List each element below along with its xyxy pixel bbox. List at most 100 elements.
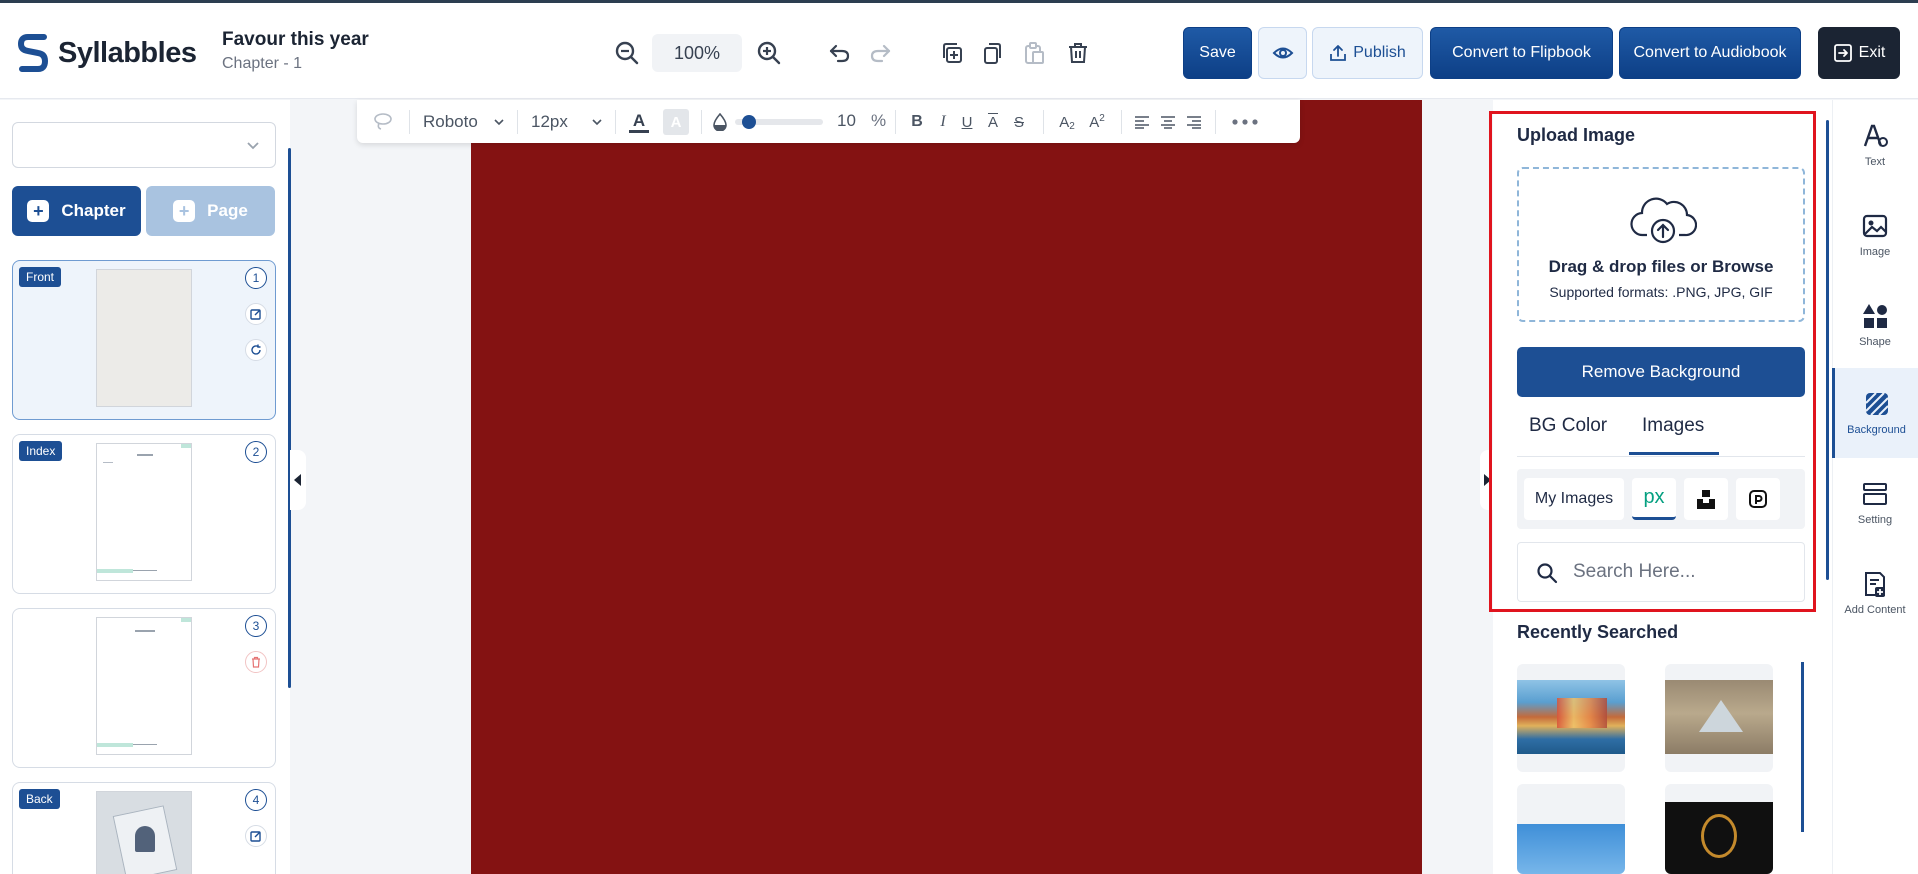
paste-icon[interactable] <box>1020 39 1048 67</box>
save-button-label: Save <box>1199 44 1236 61</box>
image-icon <box>1862 214 1888 238</box>
caret-left-icon <box>294 474 301 486</box>
page-thumbnail-chapter[interactable]: 3 <box>12 608 276 768</box>
page-number: 3 <box>245 615 267 637</box>
rail-item-image[interactable]: Image <box>1832 190 1918 280</box>
overline-button[interactable]: A <box>983 110 1003 134</box>
subscript-button[interactable]: A2 <box>1055 110 1079 134</box>
opacity-slider[interactable] <box>735 115 823 129</box>
rail-label-shape: Shape <box>1859 336 1891 348</box>
add-chapter-button[interactable]: + Chapter <box>12 186 141 236</box>
text-color-icon: A <box>632 110 646 130</box>
zoom-level: 100% <box>652 34 742 72</box>
pexels-source-tab[interactable]: px <box>1632 478 1676 520</box>
align-right-icon[interactable] <box>1185 112 1203 132</box>
divider <box>895 110 896 134</box>
collapse-left-panel-button[interactable] <box>290 450 306 510</box>
text-format-toolbar: Roboto 12px A A 10 % B I U A S A2 A2 <box>357 100 1300 143</box>
pixabay-source-tab[interactable] <box>1736 478 1780 520</box>
image-dropzone[interactable]: Drag & drop files or Browse Supported fo… <box>1517 167 1805 322</box>
recent-image-coastal-village[interactable] <box>1517 664 1625 772</box>
opacity-slider-handle[interactable] <box>742 115 756 129</box>
recent-scrollbar[interactable] <box>1801 662 1804 832</box>
page-thumbnail-front[interactable]: Front 1 <box>12 260 276 420</box>
publish-button-label: Publish <box>1353 44 1406 61</box>
convert-audiobook-button[interactable]: Convert to Audiobook <box>1619 27 1801 79</box>
replace-page-button[interactable] <box>245 339 267 361</box>
duplicate-page-icon[interactable] <box>938 39 966 67</box>
lasso-icon[interactable] <box>372 110 394 132</box>
document-title[interactable]: Favour this year <box>222 29 369 51</box>
my-images-tab[interactable]: My Images <box>1524 478 1624 520</box>
publish-button[interactable]: Publish <box>1312 27 1423 79</box>
rail-label-image: Image <box>1859 246 1891 258</box>
header: Syllabbles Favour this year Chapter - 1 … <box>0 3 1918 99</box>
edit-icon <box>250 309 261 320</box>
bold-button[interactable]: B <box>907 110 927 134</box>
rail-item-background[interactable]: Background <box>1832 368 1918 458</box>
chevron-down-icon <box>494 119 504 126</box>
font-size-value: 12px <box>531 112 568 131</box>
text-icon <box>1863 124 1888 147</box>
upload-image-title: Upload Image <box>1517 125 1636 145</box>
rail-item-setting[interactable]: Setting <box>1832 458 1918 548</box>
align-center-icon[interactable] <box>1159 112 1177 132</box>
font-family-select[interactable]: Roboto <box>423 110 505 134</box>
redo-icon[interactable] <box>866 39 894 67</box>
unsplash-icon <box>1697 490 1715 509</box>
rail-label-setting: Setting <box>1857 514 1893 526</box>
superscript-button[interactable]: A2 <box>1085 110 1109 134</box>
text-color-button[interactable]: A <box>627 108 651 136</box>
tab-images[interactable]: Images <box>1642 415 1704 437</box>
remove-background-button[interactable]: Remove Background <box>1517 347 1805 397</box>
logo-icon <box>18 34 49 72</box>
edit-page-button[interactable] <box>245 303 267 325</box>
copy-icon[interactable] <box>978 39 1006 67</box>
add-page-button[interactable]: + Page <box>146 186 275 236</box>
edit-icon <box>250 831 261 842</box>
page-canvas[interactable] <box>471 100 1422 874</box>
zoom-in-icon[interactable] <box>754 38 784 68</box>
rail-item-text[interactable]: Text <box>1832 100 1918 190</box>
chapter-select[interactable] <box>12 122 276 168</box>
undo-icon[interactable] <box>826 39 854 67</box>
convert-flipbook-button[interactable]: Convert to Flipbook <box>1430 27 1613 79</box>
background-icon <box>1864 392 1889 416</box>
recent-image-dark-portrait[interactable] <box>1665 784 1773 874</box>
delete-page-button[interactable] <box>245 651 267 673</box>
convert-flipbook-label: Convert to Flipbook <box>1452 44 1591 61</box>
image-search-input[interactable]: Search Here... <box>1517 542 1805 602</box>
unsplash-source-tab[interactable] <box>1684 478 1728 520</box>
page-thumbnail-index[interactable]: Index 2 <box>12 434 276 594</box>
save-button[interactable]: Save <box>1183 27 1252 79</box>
plus-icon: + <box>27 200 50 222</box>
rail-item-shape[interactable]: Shape <box>1832 280 1918 370</box>
strikethrough-button[interactable]: S <box>1009 110 1029 134</box>
opacity-value: 10 <box>837 111 856 130</box>
underline-button[interactable]: U <box>957 110 977 134</box>
rail-label-background: Background <box>1847 424 1906 436</box>
rail-item-add-content[interactable]: Add Content <box>1832 548 1918 638</box>
divider <box>1121 110 1122 134</box>
recent-image-louvre[interactable] <box>1665 664 1773 772</box>
pages-sidebar: + Chapter + Page Front 1 Index 2 3 Back … <box>0 100 290 874</box>
pixabay-icon <box>1749 490 1767 508</box>
document-subtitle: Chapter - 1 <box>222 55 303 72</box>
more-options-icon[interactable] <box>1229 110 1261 134</box>
delete-icon[interactable] <box>1064 39 1092 67</box>
highlight-color-button[interactable]: A <box>663 109 689 135</box>
brand-name: Syllabbles <box>58 36 197 69</box>
zoom-out-icon[interactable] <box>612 38 642 68</box>
preview-button[interactable] <box>1258 27 1307 79</box>
plus-icon: + <box>173 200 196 222</box>
exit-button-label: Exit <box>1858 44 1886 61</box>
page-thumbnail-back[interactable]: Back 4 <box>12 782 276 874</box>
exit-button[interactable]: Exit <box>1818 27 1900 79</box>
font-size-select[interactable]: 12px <box>531 110 603 134</box>
page-number: 2 <box>245 441 267 463</box>
align-left-icon[interactable] <box>1133 112 1151 132</box>
edit-page-button[interactable] <box>245 825 267 847</box>
tab-bg-color[interactable]: BG Color <box>1529 415 1607 437</box>
italic-button[interactable]: I <box>933 110 953 134</box>
recent-image-hand[interactable] <box>1517 784 1625 874</box>
